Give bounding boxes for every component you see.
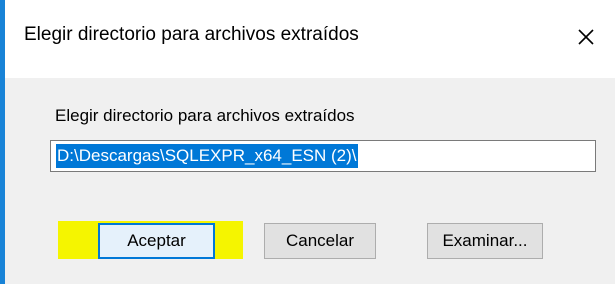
browse-button-label: Examinar... bbox=[442, 231, 528, 250]
accept-button-label: Aceptar bbox=[127, 231, 186, 250]
close-icon[interactable] bbox=[571, 22, 601, 52]
directory-input[interactable]: D:\Descargas\SQLEXPR_x64_ESN (2)\ bbox=[50, 140, 596, 172]
accept-button[interactable]: Aceptar bbox=[98, 223, 215, 259]
dialog-window: Elegir directorio para archivos extraído… bbox=[0, 0, 615, 284]
directory-label: Elegir directorio para archivos extraído… bbox=[55, 106, 355, 125]
title-bar[interactable]: Elegir directorio para archivos extraído… bbox=[5, 0, 615, 78]
directory-input-value: D:\Descargas\SQLEXPR_x64_ESN (2)\ bbox=[56, 144, 358, 168]
cancel-button[interactable]: Cancelar bbox=[264, 223, 376, 259]
browse-button[interactable]: Examinar... bbox=[427, 223, 543, 259]
cancel-button-label: Cancelar bbox=[285, 231, 355, 250]
dialog-title: Elegir directorio para archivos extraído… bbox=[24, 24, 359, 45]
